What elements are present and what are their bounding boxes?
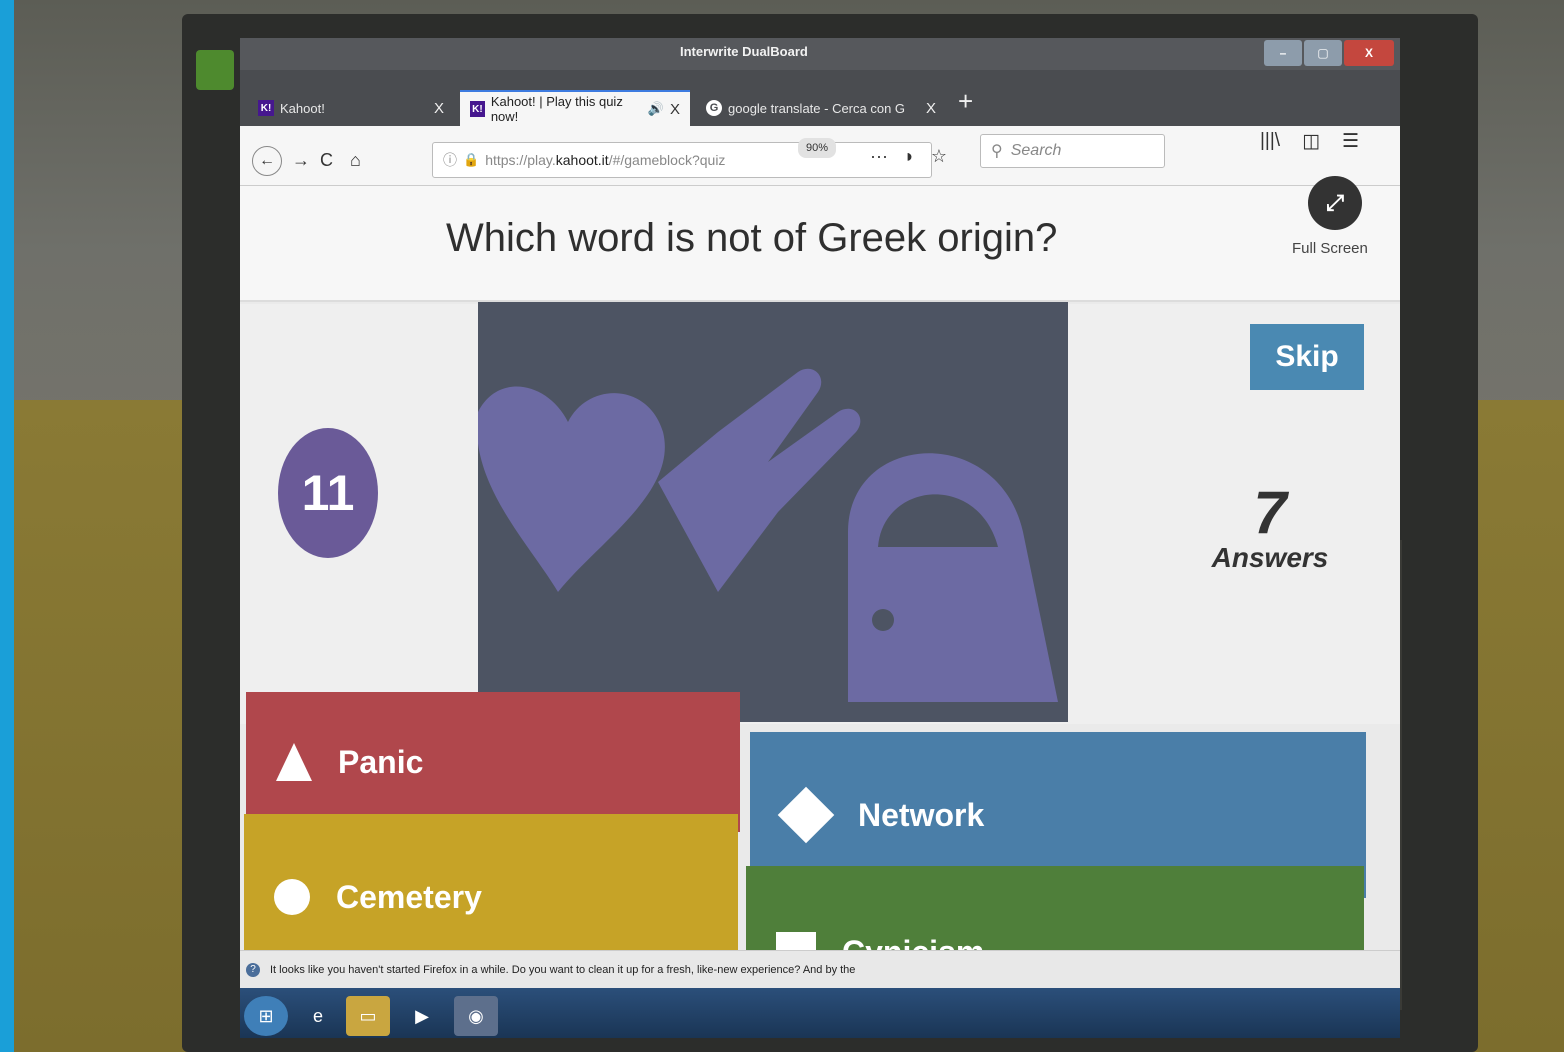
forward-button[interactable]: → — [292, 150, 310, 171]
answer-label: Network — [858, 796, 985, 833]
circle-icon — [274, 879, 310, 915]
address-bar[interactable]: ⓘ 🔒 https://play.kahoot.it/#/gameblock?q… — [432, 142, 932, 178]
diamond-icon — [777, 786, 835, 844]
triangle-icon — [276, 743, 312, 781]
tab-close-icon[interactable]: X — [434, 100, 444, 117]
bookmark-star-icon[interactable]: ☆ — [931, 146, 947, 167]
reload-button[interactable]: C — [320, 150, 333, 171]
url-text: https://play.kahoot.it/#/gameblock?quiz — [485, 152, 726, 168]
window-titlebar: Interwrite DualBoard – ▢ X — [240, 38, 1400, 70]
search-placeholder: Search — [1010, 142, 1062, 159]
search-box[interactable]: ⚲ Search — [980, 134, 1165, 168]
answers-label: Answers — [1211, 542, 1329, 573]
close-window-button[interactable]: X — [1344, 40, 1394, 66]
whiteboard-corner-marker — [196, 50, 234, 90]
sidebar-icon[interactable]: ◫ — [1302, 130, 1320, 153]
tab-close-icon[interactable]: X — [670, 101, 680, 118]
question-title: Which word is not of Greek origin? — [446, 216, 1058, 260]
fullscreen-button[interactable]: ⤢ — [1308, 176, 1362, 230]
tab-label: Kahoot! — [280, 100, 325, 116]
kahoot-shapes-illustration — [478, 368, 1058, 702]
tab-close-icon[interactable]: X — [926, 100, 936, 117]
more-actions-icon[interactable]: ··· — [870, 146, 888, 167]
zoom-level-badge[interactable]: 90% — [798, 138, 837, 158]
tab-kahoot[interactable]: K! Kahoot! X — [248, 90, 454, 126]
internet-explorer-icon[interactable]: e — [296, 996, 340, 1036]
heart-shape-icon — [478, 386, 665, 592]
pocket-icon[interactable]: ◗ — [904, 146, 915, 167]
new-tab-button[interactable]: + — [958, 86, 973, 117]
tab-kahoot-play[interactable]: K! Kahoot! | Play this quiz now! 🔊 X — [460, 90, 690, 126]
fullscreen-label[interactable]: Full Screen — [1292, 240, 1368, 257]
countdown-timer: 11 — [278, 428, 378, 558]
notice-text: It looks like you haven't started Firefo… — [270, 963, 856, 976]
skip-button[interactable]: Skip — [1250, 324, 1364, 390]
projected-screen: Interwrite DualBoard – ▢ X K! Kahoot! X … — [240, 38, 1400, 1038]
browser-menu-icons: |||\ ◫ ☰ — [1260, 130, 1359, 153]
maximize-button[interactable]: ▢ — [1304, 40, 1342, 66]
page-actions: ··· ◗ ☆ — [870, 146, 947, 167]
answers-count: 7 — [1253, 479, 1287, 546]
tab-label: Kahoot! | Play this quiz now! — [490, 94, 623, 124]
home-button[interactable]: ⌂ — [350, 150, 361, 171]
firefox-refresh-notice: ? It looks like you haven't started Fire… — [240, 950, 1400, 988]
answer-option-panic[interactable]: Panic — [246, 692, 740, 832]
window-controls: – ▢ X — [1264, 40, 1394, 66]
tab-label: google translate - Cerca con G — [728, 100, 906, 116]
hand-shape-icon — [658, 368, 861, 592]
window-title: Interwrite DualBoard — [680, 44, 808, 59]
question-image — [478, 302, 1068, 722]
minimize-button[interactable]: – — [1264, 40, 1302, 66]
kahoot-favicon-icon: K! — [258, 100, 274, 116]
answer-label: Cemetery — [336, 878, 482, 915]
search-icon: ⚲ — [991, 143, 1003, 160]
answer-label: Panic — [338, 743, 424, 780]
speaker-icon[interactable]: 🔊 — [648, 101, 664, 117]
lock-shape-icon — [848, 453, 1058, 702]
info-icon[interactable]: ⓘ — [443, 150, 457, 170]
back-button[interactable]: ← — [252, 146, 282, 176]
kahoot-favicon-icon: K! — [470, 101, 485, 117]
file-explorer-icon[interactable]: ▭ — [346, 996, 390, 1036]
tab-google-translate[interactable]: G google translate - Cerca con G X — [696, 90, 946, 126]
start-button-icon[interactable]: ⊞ — [244, 996, 288, 1036]
media-player-icon[interactable]: ▶ — [400, 996, 444, 1036]
firefox-taskbar-icon[interactable]: ◉ — [454, 996, 498, 1036]
library-icon[interactable]: |||\ — [1260, 130, 1280, 153]
info-icon: ? — [246, 962, 260, 977]
lock-icon[interactable]: 🔒 — [463, 152, 479, 168]
edge-strip — [0, 0, 14, 1052]
hamburger-menu-icon[interactable]: ☰ — [1342, 130, 1359, 153]
google-favicon-icon: G — [706, 100, 722, 116]
